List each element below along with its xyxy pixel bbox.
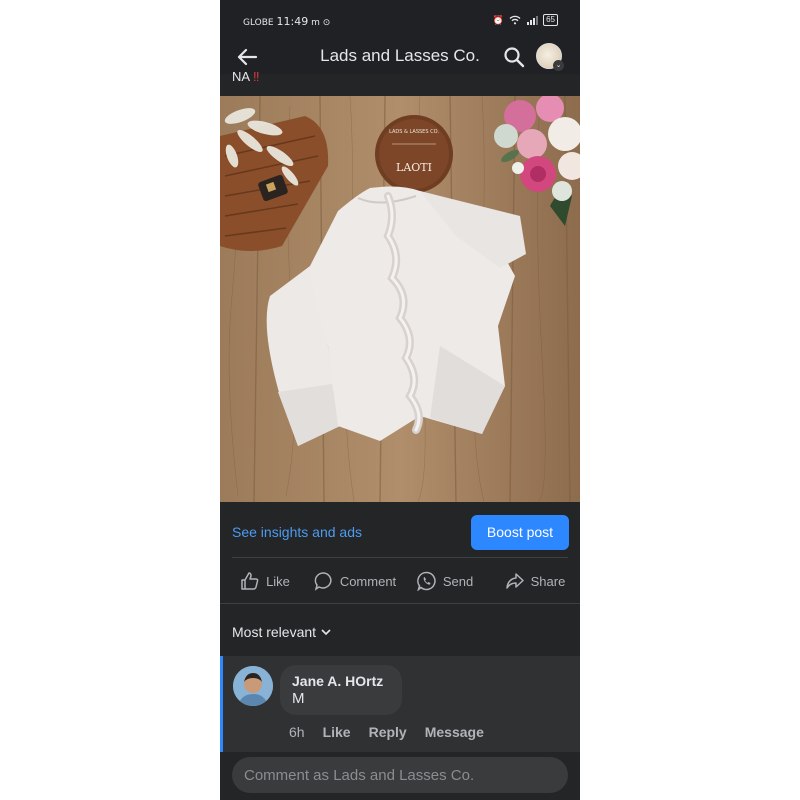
comment-text: M (292, 690, 305, 707)
clock: 11:49 (276, 15, 309, 28)
status-bar: GLOBE 11:49 m ⊙ ⏰ 65 (220, 0, 580, 40)
post-insights-row: See insights and ads Boost post (220, 502, 580, 560)
svg-text:LADS & LASSES CO.: LADS & LASSES CO. (389, 129, 439, 135)
comment-author[interactable]: Jane A. HOrtz (292, 672, 390, 690)
comment-label: Comment (339, 573, 397, 589)
comment-like-link[interactable]: Like (323, 724, 351, 740)
product-photo-illustration: LADS & LASSES CO. LAOTI (220, 96, 580, 502)
comment-input[interactable] (232, 757, 568, 793)
comment-meta: 6h Like Reply Message (289, 724, 484, 740)
sort-label: Most relevant (232, 624, 317, 640)
like-button[interactable]: Like (220, 560, 310, 602)
comment-message-link[interactable]: Message (425, 724, 484, 740)
person-avatar-icon (233, 666, 273, 706)
comment-button[interactable]: Comment (310, 560, 400, 602)
wifi-icon (509, 15, 521, 25)
chevron-down-icon: ⌄ (553, 60, 564, 71)
whatsapp-icon (416, 571, 436, 591)
post-actions-bar: Like Comment Send Share (220, 560, 580, 602)
battery-icon: 65 (543, 14, 558, 26)
search-icon[interactable] (502, 45, 526, 69)
commenter-avatar[interactable] (233, 666, 273, 706)
share-label: Share (530, 573, 566, 589)
send-button[interactable]: Send (400, 560, 490, 602)
comment-reply-link[interactable]: Reply (369, 724, 407, 740)
phone-screen: GLOBE 11:49 m ⊙ ⏰ 65 Lads and Lasses Co. (220, 0, 580, 800)
carrier-label: GLOBE (243, 18, 274, 28)
thumbs-up-icon (241, 572, 259, 590)
like-label: Like (266, 573, 290, 589)
comment-time: 6h (289, 724, 305, 740)
brand-sign: LADS & LASSES CO. LAOTI (375, 115, 453, 193)
post-caption-fragment: NA ‼ (232, 72, 312, 86)
boost-post-button[interactable]: Boost post (471, 515, 569, 550)
app-bar: Lads and Lasses Co. ⌄ (220, 40, 580, 74)
status-left: GLOBE 11:49 m ⊙ (243, 15, 330, 28)
divider (220, 603, 580, 604)
alarm-icon: ⏰ (492, 14, 505, 25)
exclamation-emoji: ‼ (252, 72, 260, 84)
messenger-icon: m ⊙ (311, 18, 331, 28)
share-arrow-icon (505, 573, 524, 589)
chevron-down-icon (321, 629, 331, 636)
see-insights-link[interactable]: See insights and ads (232, 524, 362, 540)
svg-text:LAOTI: LAOTI (396, 161, 432, 174)
post-photo[interactable]: LADS & LASSES CO. LAOTI (220, 96, 580, 502)
signal-icon (527, 16, 539, 25)
comment-bubble[interactable]: Jane A. HOrtz M (280, 665, 402, 715)
page-avatar-switcher[interactable]: ⌄ (536, 43, 564, 71)
send-label: Send (442, 573, 474, 589)
comment-sort-dropdown[interactable]: Most relevant (232, 624, 332, 640)
divider (232, 557, 568, 558)
comment-bubble-icon (314, 572, 332, 591)
share-button[interactable]: Share (490, 560, 580, 602)
comment-item: Jane A. HOrtz M 6h Like Reply Message (220, 656, 580, 752)
status-right: ⏰ 65 (493, 14, 558, 26)
page-title: Lads and Lasses Co. (320, 46, 480, 65)
